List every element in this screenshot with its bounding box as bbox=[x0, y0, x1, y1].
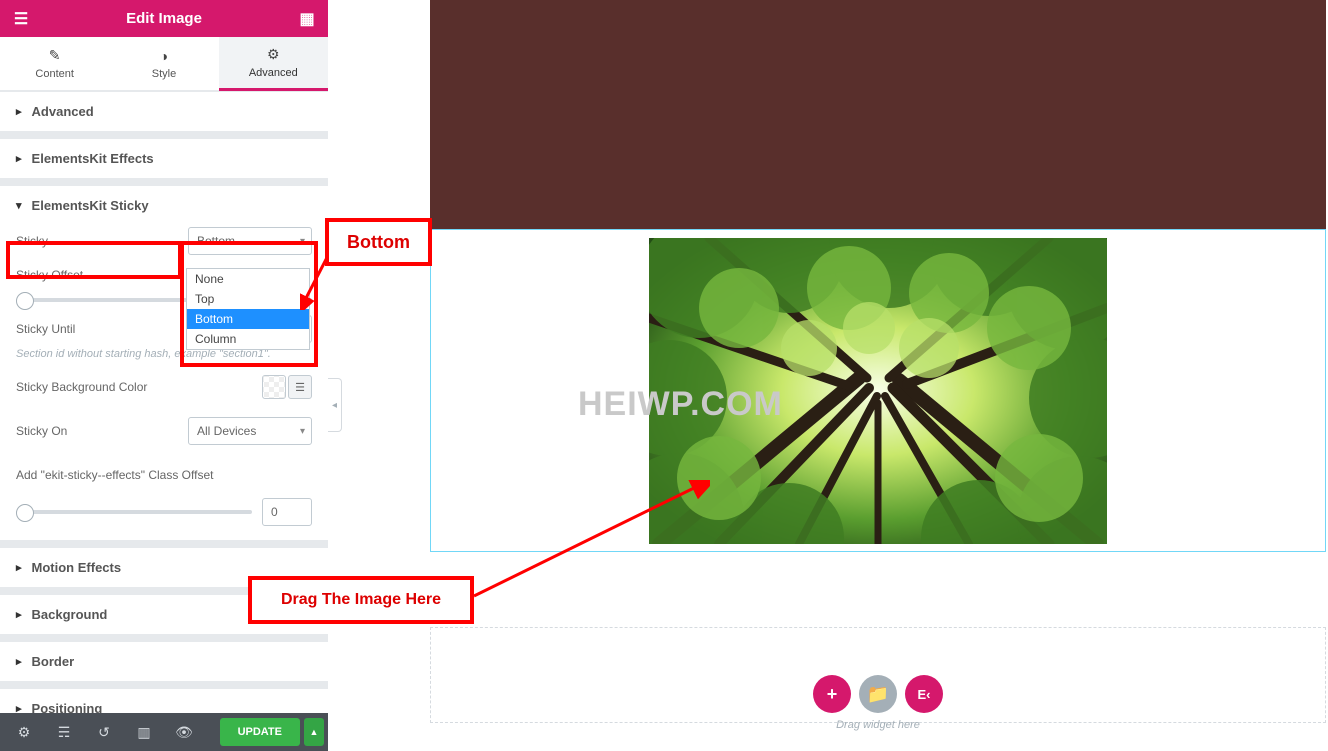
class-offset-slider[interactable] bbox=[16, 510, 252, 514]
panel-header: ☰ Edit Image ▦ bbox=[0, 0, 328, 37]
update-button[interactable]: UPDATE bbox=[220, 718, 300, 746]
color-picker-button[interactable] bbox=[262, 375, 286, 399]
control-sticky: Sticky Bottom ▾ bbox=[16, 224, 312, 258]
sticky-option-none[interactable]: None bbox=[187, 269, 309, 289]
update-options-button[interactable]: ▲ bbox=[304, 718, 324, 746]
section-border[interactable]: ▸ Border bbox=[0, 641, 328, 682]
add-template-button[interactable]: 📁 bbox=[859, 675, 897, 713]
panel-collapse-handle[interactable]: ◂ bbox=[328, 378, 342, 432]
history-icon: ↺ bbox=[98, 724, 110, 741]
footer-settings-button[interactable]: ⚙ bbox=[4, 713, 44, 751]
panel-menu-button[interactable]: ☰ bbox=[0, 0, 42, 37]
section-label: Border bbox=[32, 654, 75, 669]
class-offset-input[interactable] bbox=[262, 498, 312, 526]
add-section-button[interactable]: + bbox=[813, 675, 851, 713]
sticky-select[interactable]: Bottom ▾ bbox=[188, 227, 312, 255]
control-sticky-bg: Sticky Background Color ☰ bbox=[16, 370, 312, 404]
control-label: Sticky On bbox=[16, 424, 188, 438]
caret-right-icon: ▸ bbox=[16, 655, 22, 668]
section-label: ElementsKit Effects bbox=[32, 151, 154, 166]
chevron-down-icon: ▾ bbox=[300, 426, 305, 437]
gear-icon: ⚙ bbox=[267, 46, 280, 63]
chevron-left-icon: ◂ bbox=[332, 400, 337, 411]
panel-footer: ⚙ ☴ ↺ ▥ 👁 UPDATE ▲ bbox=[0, 713, 328, 751]
caret-up-icon: ▲ bbox=[310, 727, 319, 737]
control-sticky-on: Sticky On All Devices ▾ bbox=[16, 414, 312, 448]
gear-icon: ⚙ bbox=[18, 724, 31, 741]
sticky-dropdown: None Top Bottom Column bbox=[186, 268, 310, 350]
select-value: All Devices bbox=[197, 424, 256, 438]
drag-widget-hint: Drag widget here bbox=[836, 719, 920, 731]
panel-sections[interactable]: ▸ Advanced ▸ ElementsKit Effects ▾ Eleme… bbox=[0, 91, 328, 713]
contrast-icon: ◑ bbox=[160, 48, 168, 64]
caret-right-icon: ▸ bbox=[16, 105, 22, 118]
section-label: Background bbox=[32, 607, 108, 622]
plus-icon: + bbox=[827, 684, 838, 705]
section-advanced[interactable]: ▸ Advanced bbox=[0, 91, 328, 132]
section-motion-effects[interactable]: ▸ Motion Effects bbox=[0, 547, 328, 588]
caret-right-icon: ▸ bbox=[16, 702, 22, 713]
tab-label: Content bbox=[35, 68, 74, 80]
monitor-icon: ▥ bbox=[137, 724, 150, 741]
grid-icon: ▦ bbox=[299, 9, 314, 29]
footer-responsive-button[interactable]: ▥ bbox=[124, 713, 164, 751]
section-label: Positioning bbox=[32, 701, 103, 713]
control-label: Sticky bbox=[16, 234, 188, 248]
panel-title: Edit Image bbox=[126, 10, 202, 27]
sticky-option-bottom[interactable]: Bottom bbox=[187, 309, 309, 329]
control-label: Sticky Background Color bbox=[16, 380, 262, 394]
layers-icon: ☴ bbox=[58, 724, 71, 741]
global-color-button[interactable]: ☰ bbox=[288, 375, 312, 399]
caret-right-icon: ▸ bbox=[16, 608, 22, 621]
footer-preview-button[interactable]: 👁 bbox=[164, 713, 204, 751]
tab-label: Style bbox=[152, 68, 176, 80]
tab-content[interactable]: ✎ Content bbox=[0, 37, 109, 91]
folder-icon: 📁 bbox=[867, 684, 889, 705]
footer-history-button[interactable]: ↺ bbox=[84, 713, 124, 751]
section-label: ElementsKit Sticky bbox=[32, 198, 149, 213]
control-class-offset: Add "ekit-sticky--effects" Class Offset bbox=[16, 458, 312, 492]
control-label: Add "ekit-sticky--effects" Class Offset bbox=[16, 468, 312, 482]
panel-tabs: ✎ Content ◑ Style ⚙ Advanced bbox=[0, 37, 328, 91]
sticky-option-top[interactable]: Top bbox=[187, 289, 309, 309]
sticky-on-select[interactable]: All Devices ▾ bbox=[188, 417, 312, 445]
hero-section[interactable] bbox=[430, 0, 1326, 229]
tab-style[interactable]: ◑ Style bbox=[109, 37, 218, 91]
tab-label: Advanced bbox=[249, 67, 298, 79]
section-background[interactable]: ▸ Background bbox=[0, 594, 328, 635]
caret-right-icon: ▸ bbox=[16, 561, 22, 574]
caret-right-icon: ▸ bbox=[16, 152, 22, 165]
tab-advanced[interactable]: ⚙ Advanced bbox=[219, 37, 328, 91]
footer-navigator-button[interactable]: ☴ bbox=[44, 713, 84, 751]
sticky-option-column[interactable]: Column bbox=[187, 329, 309, 349]
chevron-down-icon: ▾ bbox=[300, 236, 305, 247]
pencil-icon: ✎ bbox=[49, 47, 61, 64]
control-label: Sticky Until bbox=[16, 322, 188, 336]
ekit-button[interactable]: E‹ bbox=[905, 675, 943, 713]
add-section-controls: + 📁 E‹ Drag widget here bbox=[430, 675, 1326, 731]
hamburger-icon: ☰ bbox=[14, 9, 28, 29]
select-value: Bottom bbox=[197, 234, 235, 248]
image-section[interactable] bbox=[430, 229, 1326, 552]
section-positioning[interactable]: ▸ Positioning bbox=[0, 688, 328, 713]
ekit-icon: E‹ bbox=[918, 687, 931, 702]
section-ekit-effects[interactable]: ▸ ElementsKit Effects bbox=[0, 138, 328, 179]
section-label: Motion Effects bbox=[32, 560, 122, 575]
panel-grid-button[interactable]: ▦ bbox=[286, 0, 328, 37]
editor-canvas: HEIWP.COM + 📁 E‹ Drag widget here bbox=[328, 0, 1328, 751]
elementor-panel: ☰ Edit Image ▦ ✎ Content ◑ Style ⚙ Advan… bbox=[0, 0, 328, 751]
eye-icon: 👁 bbox=[175, 724, 193, 741]
section-label: Advanced bbox=[32, 104, 94, 119]
caret-down-icon: ▾ bbox=[16, 199, 22, 212]
image-widget[interactable] bbox=[649, 238, 1107, 544]
